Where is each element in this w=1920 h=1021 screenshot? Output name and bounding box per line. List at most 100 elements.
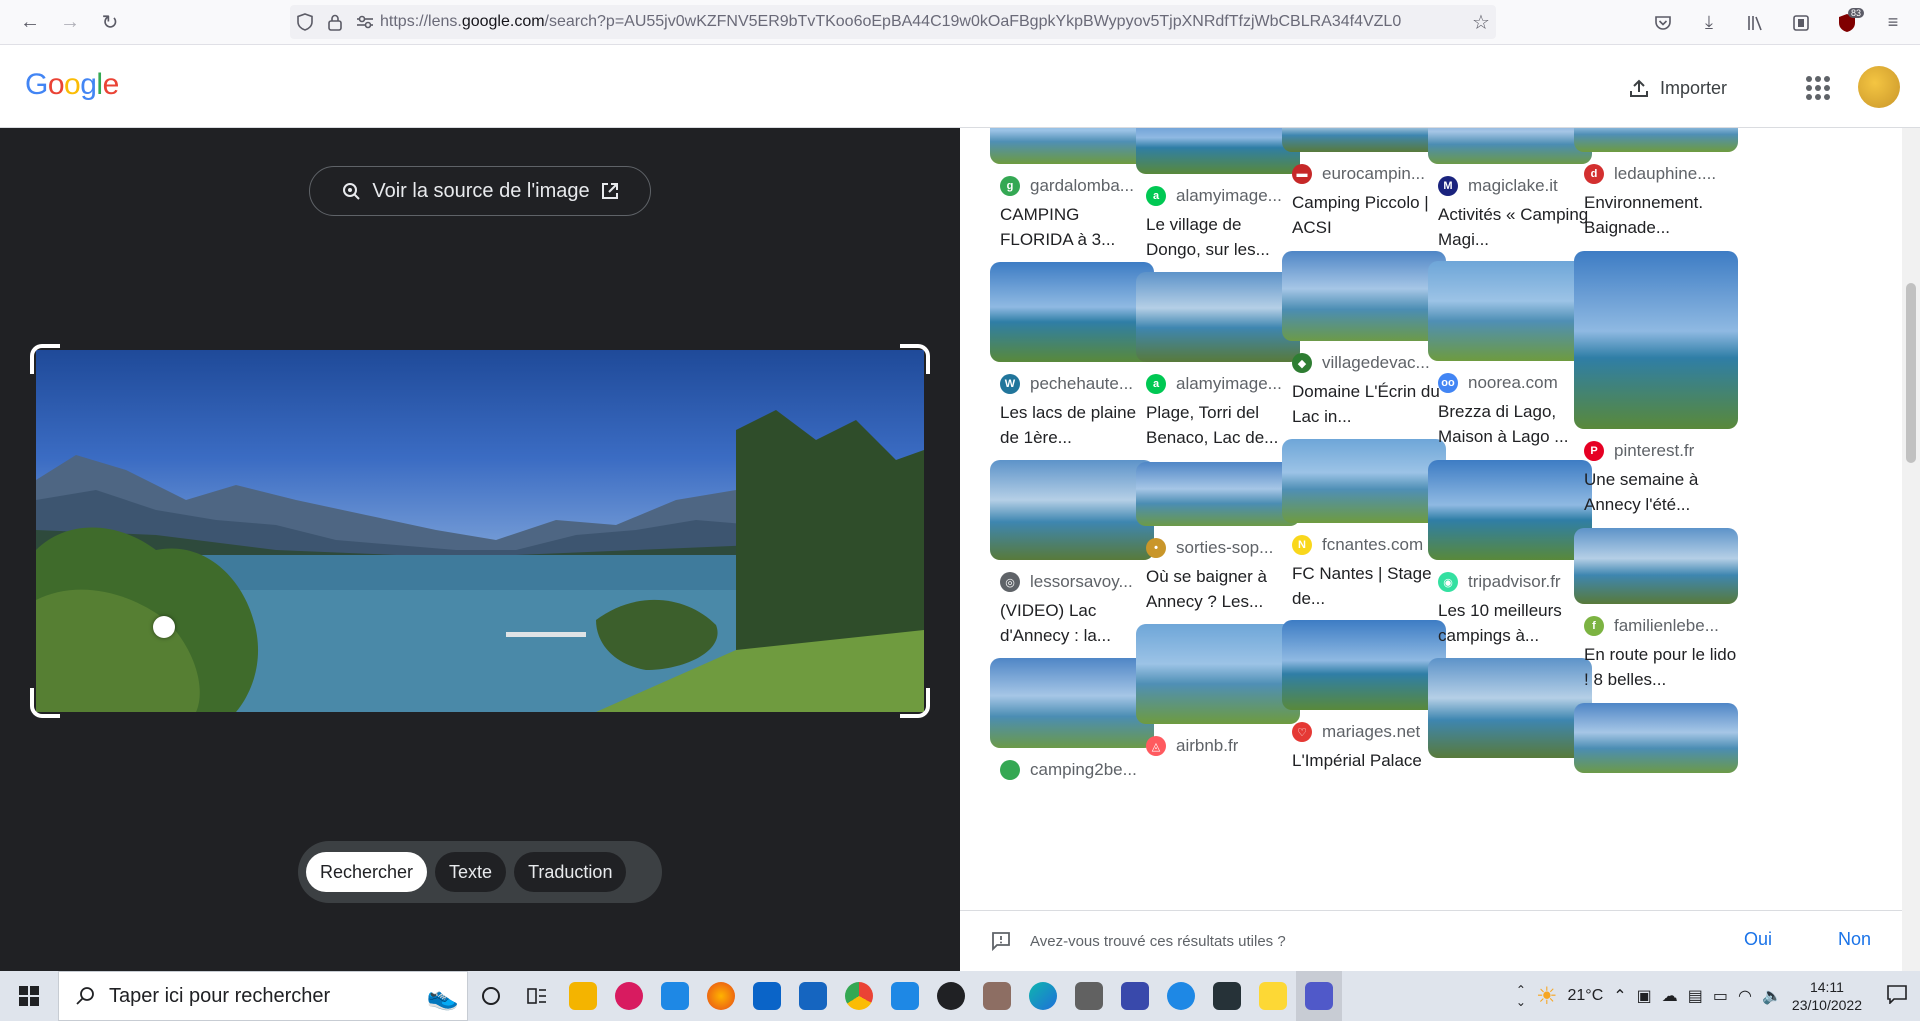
result-source[interactable]: ♡ mariages.net: [1282, 720, 1446, 744]
scrollbar-thumb[interactable]: [1906, 283, 1916, 463]
result-thumbnail[interactable]: [1282, 128, 1446, 152]
back-icon[interactable]: ←: [10, 2, 50, 42]
results-scrollbar[interactable]: [1902, 128, 1920, 971]
battery-icon[interactable]: ▭: [1713, 986, 1728, 1006]
chevron-up-down-icon[interactable]: ⌃ ⌄: [1516, 984, 1526, 1008]
result-title[interactable]: Le village de Dongo, sur les...: [1136, 212, 1300, 262]
import-button[interactable]: Importer: [1628, 70, 1727, 106]
result-title[interactable]: Brezza di Lago, Maison à Lago ...: [1428, 399, 1592, 449]
result-card[interactable]: ▬ eurocampin... Camping Piccolo | ACSI: [1282, 128, 1446, 240]
result-thumbnail[interactable]: [990, 658, 1154, 748]
mode-text-button[interactable]: Texte: [435, 852, 507, 892]
result-source[interactable]: ◆ villagedevac...: [1282, 351, 1446, 375]
result-thumbnail[interactable]: [1282, 439, 1446, 523]
result-source[interactable]: Mmagiclake.it: [1428, 174, 1592, 198]
library-icon[interactable]: [1738, 6, 1772, 40]
audio-app-icon[interactable]: [1204, 971, 1250, 1021]
result-thumbnail[interactable]: [1574, 251, 1738, 429]
task-view-icon[interactable]: [514, 971, 560, 1021]
result-title[interactable]: L'Impérial Palace: [1282, 748, 1446, 773]
device-icon[interactable]: ▣: [1637, 986, 1652, 1006]
volume-icon[interactable]: 🔈: [1762, 986, 1782, 1006]
result-source[interactable]: f familienlebe...: [1574, 614, 1738, 638]
taskbar-clock[interactable]: 14:11 23/10/2022: [1792, 978, 1862, 1014]
result-card[interactable]: • sorties-sop... Où se baigner à Annecy ? …: [1136, 462, 1300, 614]
result-title[interactable]: Plage, Torri del Benaco, Lac de...: [1136, 400, 1300, 450]
crop-handle-top-right[interactable]: [900, 344, 930, 374]
result-card[interactable]: Wpechehaute... Les lacs de plaine de 1ère…: [990, 262, 1154, 450]
result-title[interactable]: Les 10 meilleurs campings à...: [1428, 598, 1592, 648]
result-thumbnail[interactable]: [1574, 703, 1738, 773]
app-blue-icon[interactable]: [790, 971, 836, 1021]
crop-handle-top-left[interactable]: [30, 344, 60, 374]
reader-view-icon[interactable]: [1784, 6, 1818, 40]
result-card[interactable]: d ledauphine.... Environnement. Baignade..…: [1574, 128, 1738, 240]
result-card[interactable]: g gardalomba... CAMPING FLORIDA à 3...: [990, 128, 1154, 252]
result-source[interactable]: d ledauphine....: [1574, 162, 1738, 186]
result-thumbnail[interactable]: [1282, 251, 1446, 341]
result-title[interactable]: (VIDEO) Lac d'Annecy : la...: [990, 598, 1154, 648]
shield-icon[interactable]: [290, 7, 320, 37]
result-source[interactable]: g gardalomba...: [990, 174, 1154, 198]
result-thumbnail[interactable]: [1574, 528, 1738, 604]
taskbar-search-box[interactable]: Taper ici pour rechercher 👟: [58, 971, 468, 1021]
result-card[interactable]: Nfcnantes.com FC Nantes | Stage de...: [1282, 439, 1446, 611]
result-card[interactable]: ◉ tripadvisor.fr Les 10 meilleurs campings…: [1428, 460, 1592, 648]
object-dot-marker[interactable]: [153, 616, 175, 638]
address-bar[interactable]: https://lens.google.com/search?p=AU55jv0…: [290, 5, 1496, 39]
outlook-icon[interactable]: [744, 971, 790, 1021]
result-title[interactable]: Les lacs de plaine de 1ère...: [990, 400, 1154, 450]
result-card[interactable]: ◎ lessorsavoy... (VIDEO) Lac d'Annecy : la…: [990, 460, 1154, 648]
app-pink-icon[interactable]: [606, 971, 652, 1021]
weather-icon[interactable]: ☀: [1536, 982, 1558, 1011]
result-card[interactable]: Ppinterest.fr Une semaine à Annecy l'été.…: [1574, 251, 1738, 517]
cortana-icon[interactable]: [468, 971, 514, 1021]
result-title[interactable]: Activités « Camping Magi...: [1428, 202, 1592, 252]
permissions-icon[interactable]: [350, 7, 380, 37]
result-thumbnail[interactable]: [990, 460, 1154, 560]
result-title[interactable]: Où se baigner à Annecy ? Les...: [1136, 564, 1300, 614]
result-thumbnail[interactable]: [1136, 462, 1300, 526]
result-thumbnail[interactable]: [1574, 128, 1738, 152]
result-source[interactable]: ◉ tripadvisor.fr: [1428, 570, 1592, 594]
result-source[interactable]: Ppinterest.fr: [1574, 439, 1738, 463]
result-source[interactable]: ◬ airbnb.fr: [1136, 734, 1300, 758]
downloads-icon[interactable]: ⤓: [1692, 6, 1726, 40]
result-card[interactable]: [1574, 703, 1738, 773]
app-grid-icon[interactable]: [1112, 971, 1158, 1021]
menu-icon[interactable]: ≡: [1876, 6, 1910, 40]
network-cloud-icon[interactable]: ☁: [1662, 986, 1678, 1006]
result-card[interactable]: camping2be...: [990, 658, 1154, 782]
app-chip-icon[interactable]: [1066, 971, 1112, 1021]
weather-temperature[interactable]: 21°C: [1568, 987, 1604, 1005]
feedback-yes-link[interactable]: Oui: [1744, 929, 1772, 950]
avatar[interactable]: [1858, 66, 1900, 108]
result-source[interactable]: a alamyimage...: [1136, 184, 1300, 208]
result-card[interactable]: a alamyimage... Le village de Dongo, sur l…: [1136, 128, 1300, 262]
result-card[interactable]: ◆ villagedevac... Domaine L'Écrin du Lac i…: [1282, 251, 1446, 429]
result-thumbnail[interactable]: [1136, 272, 1300, 362]
result-card[interactable]: f familienlebe... En route pour le lido ! …: [1574, 528, 1738, 692]
display-icon[interactable]: ▤: [1688, 986, 1703, 1006]
view-image-source-button[interactable]: Voir la source de l'image: [309, 166, 651, 216]
chrome-icon[interactable]: [836, 971, 882, 1021]
result-source[interactable]: camping2be...: [990, 758, 1154, 782]
show-hidden-icons-chevron-icon[interactable]: ⌃: [1613, 986, 1626, 1006]
lock-icon[interactable]: [320, 7, 350, 37]
result-title[interactable]: Une semaine à Annecy l'été...: [1574, 467, 1738, 517]
result-title[interactable]: Domaine L'Écrin du Lac in...: [1282, 379, 1446, 429]
result-source[interactable]: ▬ eurocampin...: [1282, 162, 1446, 186]
powershell-icon[interactable]: [652, 971, 698, 1021]
pocket-icon[interactable]: [1646, 6, 1680, 40]
result-title[interactable]: CAMPING FLORIDA à 3...: [990, 202, 1154, 252]
app-tool-icon[interactable]: [974, 971, 1020, 1021]
url-text[interactable]: https://lens.google.com/search?p=AU55jv0…: [380, 13, 1466, 31]
result-thumbnail[interactable]: [1428, 261, 1592, 361]
edge-icon[interactable]: [1020, 971, 1066, 1021]
inkscape-icon[interactable]: [928, 971, 974, 1021]
windows-start-icon[interactable]: [0, 971, 58, 1021]
wifi-icon[interactable]: ◠: [1738, 986, 1752, 1006]
result-title[interactable]: FC Nantes | Stage de...: [1282, 561, 1446, 611]
result-source[interactable]: • sorties-sop...: [1136, 536, 1300, 560]
reload-icon[interactable]: ↻: [90, 2, 130, 42]
